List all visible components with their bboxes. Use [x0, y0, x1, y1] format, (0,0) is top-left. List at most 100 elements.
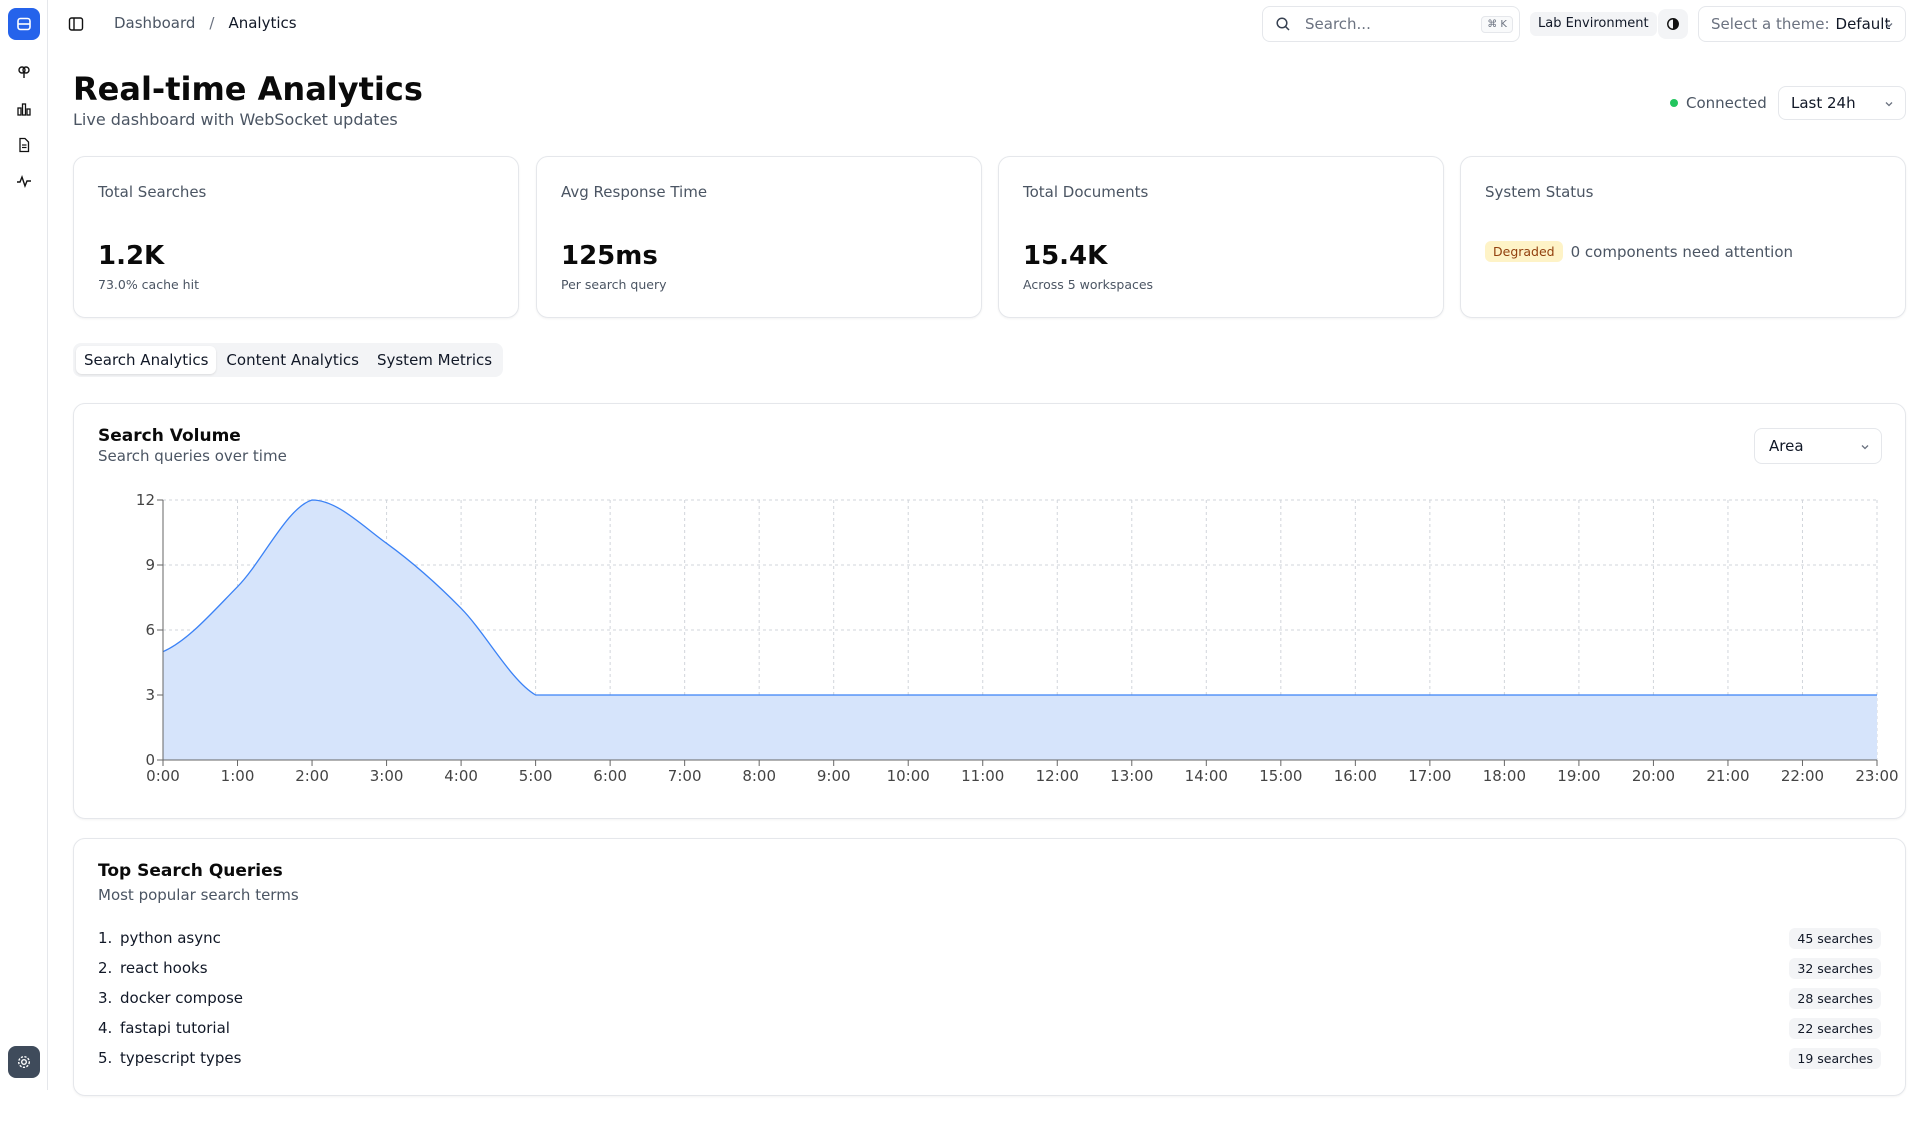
- card-subtitle: Most popular search terms: [98, 886, 299, 904]
- query-term: typescript types: [120, 1049, 242, 1067]
- stat-card-total-documents: Total Documents 15.4K Across 5 workspace…: [998, 156, 1444, 318]
- status-badge: Degraded: [1485, 241, 1563, 262]
- breadcrumb-current: Analytics: [228, 14, 297, 32]
- stat-value: 125ms: [561, 241, 658, 271]
- analytics-chart-icon[interactable]: [12, 97, 36, 121]
- card-title: Top Search Queries: [98, 861, 283, 881]
- query-count-badge: 28 searches: [1789, 987, 1881, 1009]
- x-tick-label: 0:00: [146, 767, 180, 785]
- activity-icon[interactable]: [12, 169, 36, 193]
- stat-title: System Status: [1485, 183, 1594, 201]
- sidebar-toggle-icon[interactable]: [64, 12, 88, 36]
- breadcrumb: Dashboard / Analytics: [114, 14, 297, 32]
- query-rank: 4.: [98, 1019, 113, 1037]
- search-input[interactable]: Search... ⌘ K: [1262, 6, 1520, 42]
- tab-search-analytics[interactable]: Search Analytics: [76, 346, 217, 374]
- query-count-badge: 22 searches: [1789, 1017, 1881, 1039]
- x-tick-label: 12:00: [1036, 767, 1079, 785]
- y-tick-label: 6: [145, 621, 155, 639]
- brain-icon[interactable]: [12, 60, 36, 84]
- stat-card-avg-response-time: Avg Response Time 125ms Per search query: [536, 156, 982, 318]
- connection-status-label: Connected: [1686, 94, 1767, 112]
- theme-select[interactable]: Select a theme: Default: [1698, 6, 1906, 42]
- document-icon[interactable]: [12, 133, 36, 157]
- y-tick-label: 3: [145, 686, 155, 704]
- list-item[interactable]: 2. react hooks 32 searches: [98, 953, 1881, 983]
- search-volume-chart: 0369120:00 1:00 2:00 3:00 4:00 5:00 6:00 7:00 8:…: [136, 491, 1899, 785]
- x-tick-label: 2:00: [295, 767, 329, 785]
- stat-value: 15.4K: [1023, 241, 1108, 271]
- search-icon: [1276, 17, 1290, 31]
- x-tick-label: 1:00: [221, 767, 255, 785]
- query-term: react hooks: [120, 959, 208, 977]
- stat-note: Per search query: [561, 277, 667, 292]
- connection-dot-icon: [1670, 99, 1678, 107]
- x-tick-label: 18:00: [1483, 767, 1526, 785]
- x-tick-label: 19:00: [1557, 767, 1600, 785]
- x-tick-label: 10:00: [887, 767, 930, 785]
- system-status-row: Degraded 0 components need attention: [1485, 241, 1793, 262]
- x-tick-label: 8:00: [742, 767, 776, 785]
- search-shortcut-hint: ⌘ K: [1481, 15, 1513, 33]
- search-placeholder: Search...: [1305, 15, 1371, 33]
- x-tick-label: 20:00: [1632, 767, 1675, 785]
- stat-title: Total Documents: [1023, 183, 1149, 201]
- list-item[interactable]: 4. fastapi tutorial 22 searches: [98, 1013, 1881, 1043]
- tab-content-analytics[interactable]: Content Analytics: [218, 346, 367, 374]
- stat-card-system-status: System Status Degraded 0 components need…: [1460, 156, 1906, 318]
- y-tick-label: 9: [145, 556, 155, 574]
- x-tick-label: 7:00: [668, 767, 702, 785]
- chevron-down-icon: [1885, 102, 1893, 107]
- query-rank: 1.: [98, 929, 113, 947]
- query-rank: 5.: [98, 1049, 113, 1067]
- theme-contrast-icon[interactable]: [1658, 9, 1688, 39]
- analytics-tabs: Search Analytics Content Analytics Syste…: [73, 343, 504, 377]
- stat-value: 1.2K: [98, 241, 165, 271]
- time-range-value: Last 24h: [1791, 94, 1856, 112]
- area-fill: [163, 500, 1877, 760]
- x-tick-label: 4:00: [444, 767, 478, 785]
- time-range-select[interactable]: Last 24h: [1778, 86, 1906, 120]
- x-tick-label: 14:00: [1185, 767, 1228, 785]
- x-tick-label: 3:00: [370, 767, 404, 785]
- environment-badge: Lab Environment: [1530, 12, 1657, 36]
- query-count-badge: 19 searches: [1789, 1047, 1881, 1069]
- x-tick-label: 23:00: [1855, 767, 1898, 785]
- stat-note: 73.0% cache hit: [98, 277, 199, 292]
- x-tick-label: 15:00: [1259, 767, 1302, 785]
- status-note: 0 components need attention: [1570, 242, 1794, 261]
- chevron-down-icon: [1885, 23, 1893, 28]
- query-term: python async: [120, 929, 221, 947]
- query-term: fastapi tutorial: [120, 1019, 230, 1037]
- stat-title: Avg Response Time: [561, 183, 708, 201]
- theme-select-label: Select a theme:: [1711, 15, 1830, 33]
- settings-gear-icon[interactable]: [8, 1046, 40, 1078]
- x-tick-label: 21:00: [1706, 767, 1749, 785]
- list-item[interactable]: 1. python async 45 searches: [98, 923, 1881, 953]
- query-count-badge: 32 searches: [1789, 957, 1881, 979]
- app-logo-icon[interactable]: [8, 8, 40, 40]
- query-list: 1. python async 45 searches 2. react hoo…: [98, 923, 1881, 1073]
- tab-system-metrics[interactable]: System Metrics: [369, 346, 500, 374]
- x-tick-label: 22:00: [1781, 767, 1824, 785]
- list-item[interactable]: 3. docker compose 28 searches: [98, 983, 1881, 1013]
- sidebar-rail: [0, 0, 48, 1090]
- top-queries-card: Top Search Queries Most popular search t…: [73, 838, 1906, 1096]
- breadcrumb-dashboard[interactable]: Dashboard: [114, 14, 195, 32]
- y-tick-label: 12: [136, 491, 155, 509]
- stat-note: Across 5 workspaces: [1023, 277, 1154, 292]
- page-title: Real-time Analytics: [73, 70, 423, 108]
- page-subtitle: Live dashboard with WebSocket updates: [73, 110, 398, 129]
- x-tick-label: 17:00: [1408, 767, 1451, 785]
- connection-status: Connected: [1670, 94, 1767, 112]
- x-tick-label: 5:00: [519, 767, 553, 785]
- query-rank: 2.: [98, 959, 113, 977]
- breadcrumb-separator: /: [209, 14, 215, 32]
- x-tick-label: 11:00: [961, 767, 1004, 785]
- x-tick-label: 13:00: [1110, 767, 1153, 785]
- x-tick-label: 6:00: [593, 767, 627, 785]
- search-volume-card: Search Volume Search queries over time A…: [73, 403, 1906, 819]
- query-count-badge: 45 searches: [1789, 927, 1881, 949]
- x-tick-label: 16:00: [1334, 767, 1377, 785]
- list-item[interactable]: 5. typescript types 19 searches: [98, 1043, 1881, 1073]
